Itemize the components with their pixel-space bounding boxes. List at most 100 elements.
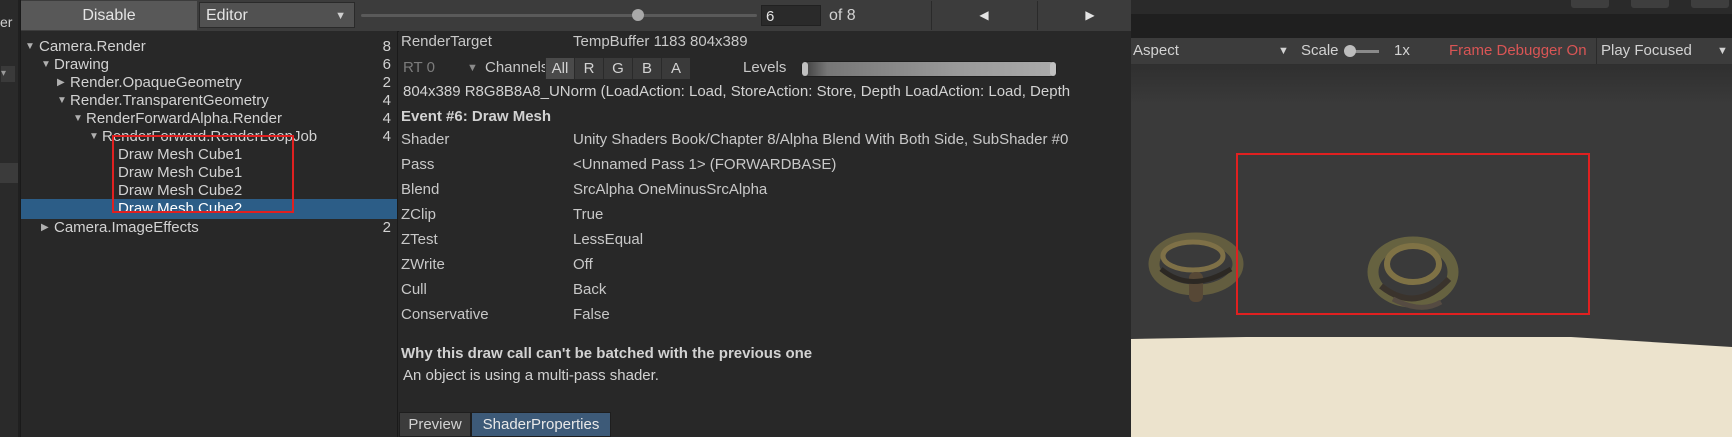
property-label-zwrite: ZWrite (401, 256, 445, 273)
layout-icon[interactable] (1631, 0, 1669, 8)
property-label-conservative: Conservative (401, 306, 489, 323)
tab-preview[interactable]: Preview (399, 412, 471, 437)
tree-row-label: Camera.ImageEffects (54, 219, 199, 236)
background-editor-sliver: er ▾ (0, 0, 18, 437)
tree-row-label: RenderForwardAlpha.Render (86, 110, 282, 127)
tree-row-opaque-geometry[interactable]: ▶ Render.OpaqueGeometry 2 (21, 73, 397, 93)
levels-label: Levels (743, 59, 787, 76)
event-slider-track (361, 14, 757, 17)
tree-row-transparent-geometry[interactable]: ▼ Render.TransparentGeometry 4 (21, 91, 397, 111)
tree-row-count: 4 (382, 128, 391, 145)
property-label-blend: Blend (401, 181, 440, 198)
tree-row-drawing[interactable]: ▼ Drawing 6 (21, 55, 397, 75)
chevron-down-icon: ▼ (467, 62, 478, 74)
tree-row-camera-render[interactable]: ▼ Camera.Render 8 (21, 37, 397, 57)
property-value-conservative: False (573, 306, 610, 323)
levels-min-handle[interactable] (802, 62, 808, 76)
previous-icon: ◀ (979, 8, 989, 22)
tree-row-label: Camera.Render (39, 38, 146, 55)
channel-g-button[interactable]: G (603, 58, 632, 79)
expand-arrow-icon[interactable]: ▼ (73, 109, 83, 129)
render-target-format: 804x389 R8G8B8A8_UNorm (LoadAction: Load… (403, 83, 1071, 100)
event-title: Event #6: Draw Mesh (401, 108, 552, 125)
tree-row-label: Drawing (54, 56, 110, 73)
tree-row-forward-alpha-render[interactable]: ▼ RenderForwardAlpha.Render 4 (21, 109, 397, 129)
frame-debugger-toolbar: Disable Editor ▼ 6 of 8 ◀ ▶ (21, 0, 1131, 32)
menu-icon[interactable] (1691, 0, 1729, 8)
property-label-cull: Cull (401, 281, 427, 298)
chevron-down-icon: ▼ (1278, 45, 1289, 57)
frame-debugger-status: Frame Debugger On (1449, 42, 1587, 59)
expand-arrow-icon[interactable]: ▼ (41, 55, 51, 75)
game-view-window: Aspect ▼ Scale 1x Frame Debugger On Play… (1131, 0, 1732, 437)
property-label-zclip: ZClip (401, 206, 437, 223)
channel-all-button[interactable]: All (545, 58, 574, 79)
expand-arrow-icon[interactable]: ▼ (25, 37, 35, 57)
channels-label: Channels (485, 59, 549, 76)
collapsed-arrow-icon[interactable]: ▶ (41, 218, 49, 238)
render-target-select[interactable]: RT 0 ▼ (399, 57, 483, 79)
tree-row-count: 4 (382, 92, 391, 109)
property-label-shader: Shader (401, 131, 450, 148)
property-value-ztest: LessEqual (573, 231, 644, 248)
disable-button[interactable]: Disable (21, 1, 197, 30)
render-target-label: RenderTarget (401, 33, 492, 50)
target-select[interactable]: Editor ▼ (199, 2, 355, 28)
expand-arrow-icon[interactable]: ▼ (57, 91, 67, 111)
background-editor-text: er (0, 14, 13, 30)
tree-row-label: Render.TransparentGeometry (70, 92, 269, 109)
next-event-button[interactable]: ▶ (1037, 1, 1142, 30)
game-toolbar: Aspect ▼ Scale 1x Frame Debugger On Play… (1131, 38, 1732, 64)
channels-row: RT 0 ▼ Channels All R G B A Levels (399, 57, 1131, 81)
frame-debugger-window: Disable Editor ▼ 6 of 8 ◀ ▶ ▼ Camera.Ren… (20, 0, 1131, 437)
ground-plane (1131, 337, 1732, 437)
aspect-select-label: Aspect (1133, 42, 1179, 59)
levels-range-slider[interactable] (801, 61, 1057, 77)
previous-event-button[interactable]: ◀ (931, 1, 1036, 30)
property-value-cull: Back (573, 281, 607, 298)
property-value-pass: <Unnamed Pass 1> (FORWARDBASE) (573, 156, 837, 173)
tree-row-camera-image-effects[interactable]: ▶ Camera.ImageEffects 2 (21, 218, 397, 238)
event-index-input[interactable]: 6 (761, 5, 821, 26)
tree-row-count: 2 (382, 74, 391, 91)
levels-max-handle[interactable] (1050, 62, 1056, 76)
scale-label: Scale (1301, 42, 1339, 59)
next-icon: ▶ (1085, 8, 1095, 22)
channel-r-button[interactable]: R (574, 58, 603, 79)
channel-a-button[interactable]: A (661, 58, 690, 79)
tab-shader-properties[interactable]: ShaderProperties (471, 412, 611, 437)
tree-row-count: 6 (382, 56, 391, 73)
tree-row-label: Render.OpaqueGeometry (70, 74, 242, 91)
event-details-panel: RenderTarget TempBuffer 1183 804x389 RT … (399, 31, 1131, 437)
render-target-select-label: RT 0 (403, 59, 435, 76)
game-view-render[interactable] (1131, 64, 1732, 437)
tree-row-count: 8 (382, 38, 391, 55)
batching-reason-text: An object is using a multi-pass shader. (403, 367, 659, 384)
render-target-value: TempBuffer 1183 804x389 (573, 33, 748, 50)
expand-arrow-icon[interactable]: ▼ (89, 127, 99, 147)
event-slider-thumb[interactable] (632, 9, 644, 21)
tree-row-count: 2 (382, 219, 391, 236)
game-window-titlebar (1131, 0, 1732, 14)
tree-row-count: 4 (382, 110, 391, 127)
knot-mesh-left (1148, 232, 1244, 302)
scale-slider-thumb[interactable] (1344, 45, 1356, 57)
target-select-label: Editor (206, 7, 248, 24)
channel-b-button[interactable]: B (632, 58, 661, 79)
property-value-zwrite: Off (573, 256, 593, 273)
property-value-shader: Unity Shaders Book/Chapter 8/Alpha Blend… (573, 131, 1069, 148)
property-label-ztest: ZTest (401, 231, 438, 248)
event-slider[interactable] (361, 6, 757, 24)
scale-value: 1x (1394, 42, 1410, 59)
property-label-pass: Pass (401, 156, 435, 173)
aspect-select[interactable]: Aspect ▼ (1133, 38, 1293, 64)
batching-reason-title: Why this draw call can't be batched with… (401, 345, 813, 362)
scale-slider[interactable] (1344, 45, 1379, 57)
property-value-zclip: True (573, 206, 604, 223)
collapsed-arrow-icon[interactable]: ▶ (57, 73, 65, 93)
event-tree: ▼ Camera.Render 8 ▼ Drawing 6 ▶ Render.O… (21, 31, 398, 437)
help-icon[interactable] (1571, 0, 1609, 8)
play-mode-select[interactable]: Play Focused ▼ (1596, 38, 1732, 64)
property-value-blend: SrcAlpha OneMinusSrcAlpha (573, 181, 768, 198)
background-selected-row (0, 163, 18, 183)
